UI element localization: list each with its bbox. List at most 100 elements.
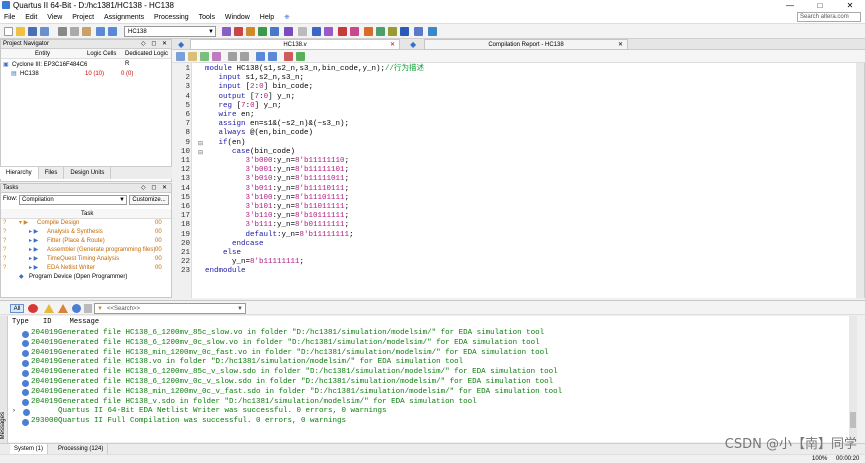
code-line[interactable]: case(bin_code)	[205, 148, 295, 157]
message-row[interactable]: 204019Generated file HC138_6_1200mv_85c_…	[31, 329, 544, 339]
pin-planner-icon[interactable]	[258, 27, 267, 36]
code-line[interactable]: 3'b001:y_n=8'b11111101;	[205, 166, 350, 175]
code-line[interactable]: 3'b110:y_n=8'b10111111;	[205, 212, 350, 221]
start-analysis-icon[interactable]	[284, 27, 293, 36]
tab-compilation-report[interactable]: Compilation Report - HC138 ✕	[424, 39, 628, 50]
maximize-button[interactable]: □	[805, 0, 835, 11]
code-line[interactable]: wire en;	[205, 111, 255, 120]
code-line[interactable]: 3'b100:y_n=8'b11101111;	[205, 194, 350, 203]
open-file-icon[interactable]	[16, 27, 25, 36]
task-item[interactable]: ? ▸ ▶ EDA Netlist Writer 00	[1, 264, 171, 273]
code-line[interactable]: endcase	[205, 240, 264, 249]
menu-assignments[interactable]: Assignments	[100, 11, 148, 24]
message-row[interactable]: 204019Generated file HC138_v.sdo in fold…	[31, 398, 477, 408]
col-entity[interactable]: Entity	[35, 49, 50, 59]
task-expand-icon[interactable]: ▸ ▶	[29, 255, 38, 264]
menu-edit[interactable]: Edit	[21, 11, 41, 24]
col-id[interactable]: ID	[43, 318, 51, 326]
pane-controls-icon[interactable]: ◇ ◻ ✕	[141, 40, 169, 49]
task-expand-icon[interactable]: ▸ ▶	[29, 264, 38, 273]
vertical-scrollbar[interactable]	[856, 63, 864, 298]
tab-design-units[interactable]: Design Units	[64, 167, 112, 179]
code-line[interactable]: 3'b101:y_n=8'b11011111;	[205, 203, 350, 212]
tab-hierarchy[interactable]: Hierarchy	[0, 167, 39, 179]
code-line[interactable]: always @(en,bin_code)	[205, 129, 314, 138]
programmer-icon[interactable]	[400, 27, 409, 36]
message-row[interactable]: 293000Quartus II Full Compilation was su…	[31, 417, 346, 427]
message-row[interactable]: 204019Generated file HC138_min_1200mv_0c…	[31, 349, 549, 359]
col-type[interactable]: Type	[12, 318, 29, 326]
suppress-icon[interactable]	[84, 304, 92, 313]
code-line[interactable]: output [7:0] y_n;	[205, 93, 296, 102]
save-icon[interactable]	[28, 27, 37, 36]
redo-icon[interactable]	[108, 27, 117, 36]
code-line[interactable]: 3'b111:y_n=8'b01111111;	[205, 221, 350, 230]
menu-file[interactable]: File	[0, 11, 19, 24]
code-line[interactable]: module HC138(s1,s2_n,s3_n,bin_code,y_n);…	[205, 65, 424, 74]
code-line[interactable]: 3'b010:y_n=8'b11111011;	[205, 175, 350, 184]
code-line[interactable]: else	[205, 249, 241, 258]
undo-icon[interactable]	[96, 27, 105, 36]
message-search-input[interactable]: ▼ <<Search>> ▼	[94, 303, 246, 314]
assignment-editor-icon[interactable]	[270, 27, 279, 36]
message-row[interactable]: Quartus II 64-Bit EDA Netlist Writer was…	[31, 407, 387, 417]
tab-processing[interactable]: Processing (124)	[54, 444, 109, 454]
expand-icon[interactable]: ›	[13, 408, 15, 414]
editor-tool-icon[interactable]	[268, 52, 277, 61]
critical-warning-filter-icon[interactable]	[58, 304, 68, 313]
copy-icon[interactable]	[70, 27, 79, 36]
editor-tool-icon[interactable]	[212, 52, 221, 61]
search-input[interactable]: Search altera.com	[797, 12, 861, 22]
navigator-device-row[interactable]: ▣ Cyclone III: EP3C16F484C6	[1, 61, 171, 70]
code-line[interactable]: if(en)	[205, 139, 246, 148]
task-item[interactable]: ? ▸ ▶ Fitter (Place & Route) 00	[1, 237, 171, 246]
code-line[interactable]: input [2:0] bin_code;	[205, 83, 314, 92]
message-row[interactable]: 204019Generated file HC138_6_1200mv_85c_…	[31, 368, 558, 378]
col-message[interactable]: Message	[70, 318, 99, 326]
tab-nav-icon[interactable]: ◆	[410, 40, 416, 49]
editor-tool-icon[interactable]	[256, 52, 265, 61]
save-all-icon[interactable]	[40, 27, 49, 36]
tab-system[interactable]: System (1)	[10, 444, 49, 454]
customize-button[interactable]: Customize...	[129, 195, 169, 205]
tab-nav-icon[interactable]: ◆	[178, 40, 184, 49]
minimize-button[interactable]: —	[775, 0, 805, 11]
messages-side-tab[interactable]: Messages	[0, 316, 8, 443]
power-icon[interactable]	[376, 27, 385, 36]
message-row[interactable]: 204019Generated file HC138_6_1200mv_0c_v…	[31, 378, 553, 388]
info-filter-icon[interactable]	[72, 304, 81, 313]
task-item[interactable]: ? ▾ ▶ Compile Design 00	[1, 219, 171, 228]
code-line[interactable]: default:y_n=8'b11111111;	[205, 231, 354, 240]
task-expand-icon[interactable]: ▾ ▶	[19, 219, 28, 228]
code-line[interactable]: reg [7:0] y_n;	[205, 102, 282, 111]
task-expand-icon[interactable]: ▸ ▶	[29, 237, 38, 246]
menu-project[interactable]: Project	[68, 11, 98, 24]
menu-window[interactable]: Window	[221, 11, 254, 24]
code-line[interactable]: 3'b000:y_n=8'b11111110;	[205, 157, 350, 166]
editor-tool-icon[interactable]	[284, 52, 293, 61]
code-line[interactable]: input s1,s2_n,s3_n;	[205, 74, 305, 83]
netlist-icon[interactable]	[364, 27, 373, 36]
tasks-controls-icon[interactable]: ◇ ◻ ✕	[141, 184, 169, 193]
megawizard-icon[interactable]	[428, 27, 437, 36]
code-line[interactable]: endmodule	[205, 267, 246, 276]
task-expand-icon[interactable]: ▸ ▶	[29, 228, 38, 237]
timequest-icon[interactable]	[338, 27, 347, 36]
signaltap-icon[interactable]	[414, 27, 423, 36]
scrollbar-thumb[interactable]	[850, 412, 856, 428]
col-logic-cells[interactable]: Logic Cells	[87, 49, 116, 59]
editor-tool-icon[interactable]	[228, 52, 237, 61]
menu-help[interactable]: Help	[256, 11, 278, 24]
stop-icon[interactable]	[298, 27, 307, 36]
menu-tools[interactable]: Tools	[195, 11, 219, 24]
filter-all-button[interactable]: All	[10, 304, 24, 313]
close-button[interactable]: ✕	[835, 0, 865, 11]
code-editor[interactable]: 1 module HC138(s1,s2_n,s3_n,bin_code,y_n)…	[172, 63, 865, 298]
cut-icon[interactable]	[58, 27, 67, 36]
error-filter-icon[interactable]	[28, 304, 38, 313]
messages-scrollbar[interactable]	[849, 316, 857, 442]
programmer-icon[interactable]: ◆	[19, 273, 24, 282]
paste-icon[interactable]	[82, 27, 91, 36]
warning-filter-icon[interactable]	[44, 304, 54, 313]
help-topic-icon[interactable]: ⎈	[280, 11, 294, 24]
